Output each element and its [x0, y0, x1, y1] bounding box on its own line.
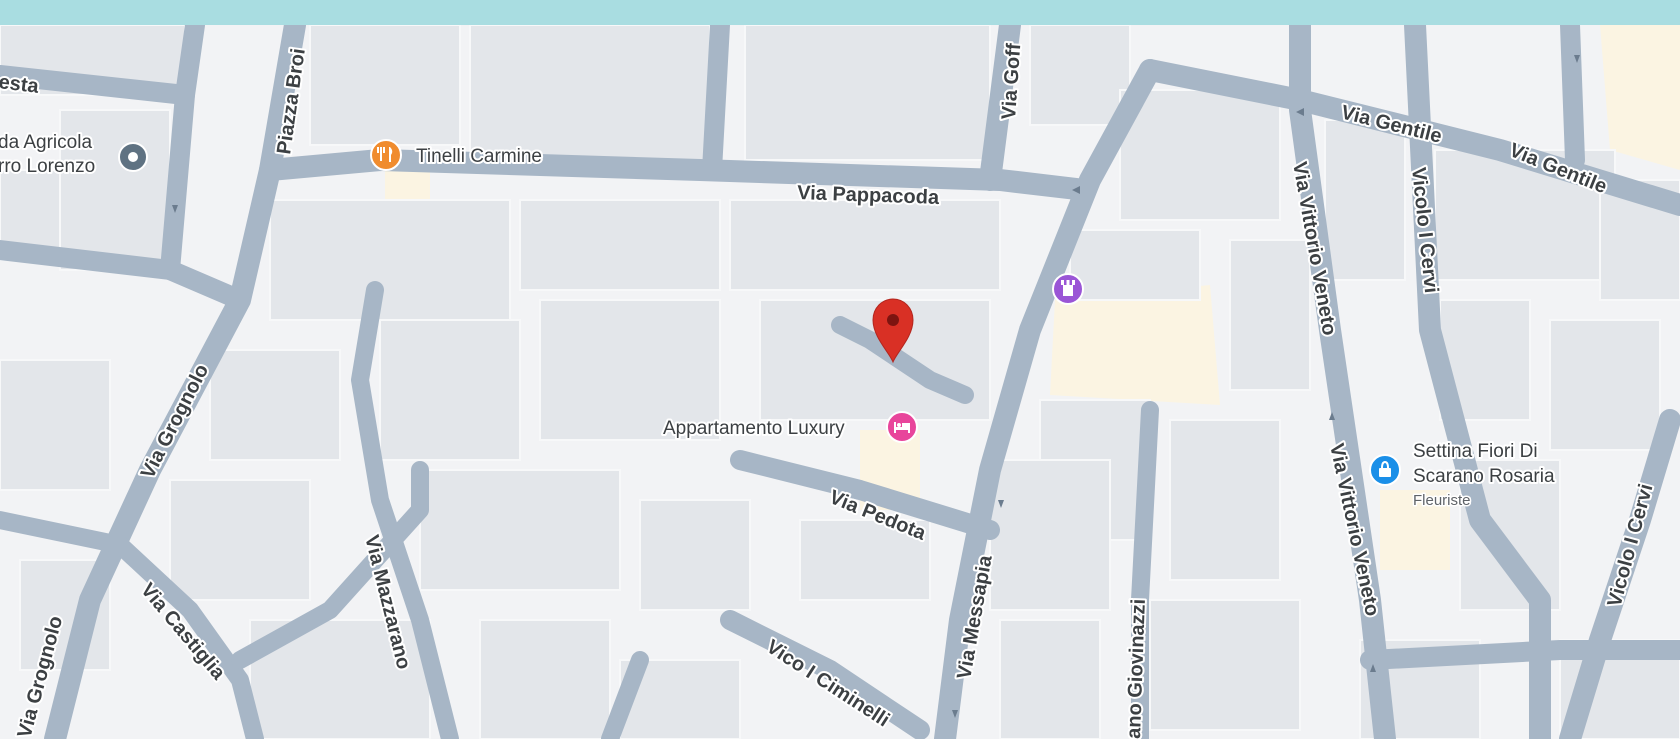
map-view[interactable]: esta Piazza Broi Via Goff Via Pappacoda …: [0, 0, 1680, 739]
fork-knife-icon: [370, 139, 402, 171]
top-bar: [0, 0, 1680, 25]
poi-label: Tinelli Carmine: [416, 146, 542, 167]
shopping-bag-icon: [1369, 454, 1401, 486]
poi-label: rro Lorenzo: [0, 156, 95, 177]
poi-label: da Agricola: [0, 132, 92, 153]
map-canvas[interactable]: esta Piazza Broi Via Goff Via Pappacoda …: [0, 0, 1680, 739]
poi-label: Scarano Rosaria: [1413, 466, 1555, 487]
street-label-via-top-left: esta: [0, 71, 41, 98]
castle-tower-icon: [1052, 273, 1084, 305]
bed-icon: [886, 411, 918, 443]
poi-category: Fleuriste: [1413, 492, 1471, 509]
poi-landmark[interactable]: [1052, 273, 1084, 305]
poi-label: Appartamento Luxury: [663, 418, 845, 439]
poi-label: Settina Fiori Di: [1413, 441, 1538, 462]
map-pin-icon: [118, 142, 148, 172]
